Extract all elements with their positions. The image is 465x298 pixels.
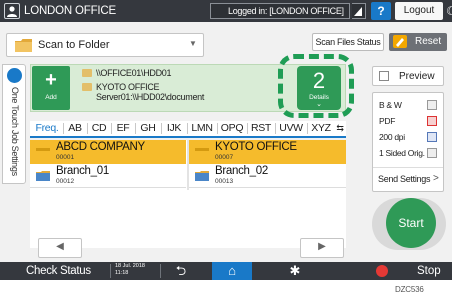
gear-icon[interactable]: ✱ <box>280 263 310 279</box>
stop-button[interactable]: Stop <box>417 264 441 278</box>
tab-opq[interactable]: OPQ <box>218 121 246 136</box>
mode-select[interactable]: Scan to Folder ▼ <box>6 33 204 57</box>
start-button-frame: Start <box>372 198 446 250</box>
folder-icon <box>36 171 50 181</box>
destination-number: 00001 <box>56 154 75 161</box>
back-icon[interactable]: ⮌ <box>166 263 196 279</box>
color-mode-setting: B & W <box>379 100 402 110</box>
reset-label: Reset <box>415 36 442 47</box>
preview-toggle[interactable]: Preview <box>372 66 444 86</box>
column-divider <box>187 140 189 190</box>
chevron-down-icon: ▼ <box>189 39 197 48</box>
original-sides-icon <box>427 148 437 158</box>
add-destination-button[interactable]: + Add <box>32 66 70 110</box>
figure-code: DZC536 <box>395 285 424 294</box>
tab-xyz[interactable]: XYZ <box>308 121 334 136</box>
bottom-bar: Check Status 18 Jul. 2018 11:18 ⮌ ⌂ ✱ St… <box>0 262 452 280</box>
destination-path-2: Server01:\\HDD02\document <box>96 92 205 102</box>
add-label: Add <box>45 94 57 101</box>
preview-checkbox[interactable] <box>379 71 389 81</box>
divider <box>160 264 161 278</box>
send-settings-button[interactable]: Send Settings > <box>373 167 443 189</box>
highlight-callout <box>278 54 354 118</box>
destination-name: Branch_02 <box>215 165 268 177</box>
one-touch-job-settings-tab[interactable]: One Touch Job Settings <box>2 64 26 184</box>
destination-name-2: KYOTO OFFICE <box>96 82 160 92</box>
help-button[interactable]: ? <box>371 2 391 20</box>
signal-icon <box>352 3 366 19</box>
index-tab-bar: Freq. AB CD EF GH IJK LMN OPQ RST UVW XY… <box>30 121 346 138</box>
resolution-setting: 200 dpi <box>379 132 405 142</box>
tab-ab[interactable]: AB <box>64 121 86 136</box>
send-settings-label: Send Settings <box>378 174 431 184</box>
chevron-right-icon: ▶ <box>318 241 326 252</box>
side-tab-label: One Touch Job Settings <box>10 87 20 176</box>
energy-saver-icon[interactable]: ☾ <box>446 3 452 19</box>
next-page-button[interactable]: ▶ <box>300 238 344 258</box>
reset-button[interactable]: Reset <box>389 33 447 51</box>
tab-freq[interactable]: Freq. <box>32 121 62 138</box>
destination-number: 00007 <box>215 154 234 161</box>
destination-name: ABCD COMPANY <box>56 141 145 153</box>
folder-icon <box>82 69 92 77</box>
eraser-icon <box>393 35 407 48</box>
folder-icon <box>36 148 50 151</box>
check-status-button[interactable]: Check Status <box>26 264 91 278</box>
switch-index-icon[interactable]: ⇆ <box>334 121 346 136</box>
logout-button[interactable]: Logout <box>395 2 443 20</box>
destination-number: 00013 <box>215 178 234 185</box>
tab-lmn[interactable]: LMN <box>188 121 216 136</box>
chevron-left-icon: ◀ <box>56 241 64 252</box>
hand-icon <box>7 68 22 83</box>
original-sides-setting: 1 Sided Orig. <box>379 148 425 158</box>
destination-number: 00012 <box>56 178 75 185</box>
destination-item[interactable]: KYOTO OFFICE 00007 <box>189 140 346 164</box>
tab-gh[interactable]: GH <box>136 121 160 136</box>
preview-label: Preview <box>399 71 435 82</box>
start-button[interactable]: Start <box>386 198 436 248</box>
plus-icon: + <box>45 69 57 91</box>
device-title: LONDON OFFICE <box>24 5 116 17</box>
date-time: 18 Jul. 2018 11:18 <box>115 263 145 277</box>
mode-label: Scan to Folder <box>38 39 110 51</box>
tab-ef[interactable]: EF <box>112 121 134 136</box>
user-icon[interactable] <box>4 3 20 19</box>
destination-path-1: \\OFFICE01\HDD01 <box>96 68 172 78</box>
scan-settings-summary[interactable]: B & W PDF 200 dpi 1 Sided Orig. Send Set… <box>372 92 444 192</box>
resolution-icon <box>427 132 437 142</box>
date-text: 18 Jul. 2018 <box>115 263 145 269</box>
stop-icon[interactable] <box>376 265 388 277</box>
chevron-right-icon: > <box>433 173 439 184</box>
pdf-icon <box>427 116 437 126</box>
divider <box>110 264 111 278</box>
login-status: Logged in: [LONDON OFFICE] <box>210 3 350 19</box>
destination-name: Branch_01 <box>56 165 109 177</box>
time-text: 11:18 <box>115 270 129 276</box>
home-icon[interactable]: ⌂ <box>212 262 252 280</box>
top-bar: LONDON OFFICE Logged in: [LONDON OFFICE]… <box>0 0 452 22</box>
destination-item[interactable]: Branch_02 00013 <box>189 164 346 188</box>
folder-icon <box>15 39 32 52</box>
color-mode-icon <box>427 100 437 110</box>
file-type-setting: PDF <box>379 116 396 126</box>
destination-name: KYOTO OFFICE <box>215 141 297 153</box>
tab-cd[interactable]: CD <box>88 121 110 136</box>
destination-item[interactable]: Branch_01 00012 <box>30 164 186 188</box>
tab-uvw[interactable]: UVW <box>276 121 306 136</box>
scan-files-status-button[interactable]: Scan Files Status <box>312 33 384 51</box>
tab-ijk[interactable]: IJK <box>162 121 186 136</box>
folder-icon <box>82 83 92 91</box>
destination-item[interactable]: ABCD COMPANY 00001 <box>30 140 186 164</box>
previous-page-button[interactable]: ◀ <box>38 238 82 258</box>
tab-rst[interactable]: RST <box>248 121 274 136</box>
folder-icon <box>195 171 209 181</box>
scanner-screen: LONDON OFFICE Logged in: [LONDON OFFICE]… <box>0 0 452 280</box>
folder-icon <box>195 148 209 151</box>
